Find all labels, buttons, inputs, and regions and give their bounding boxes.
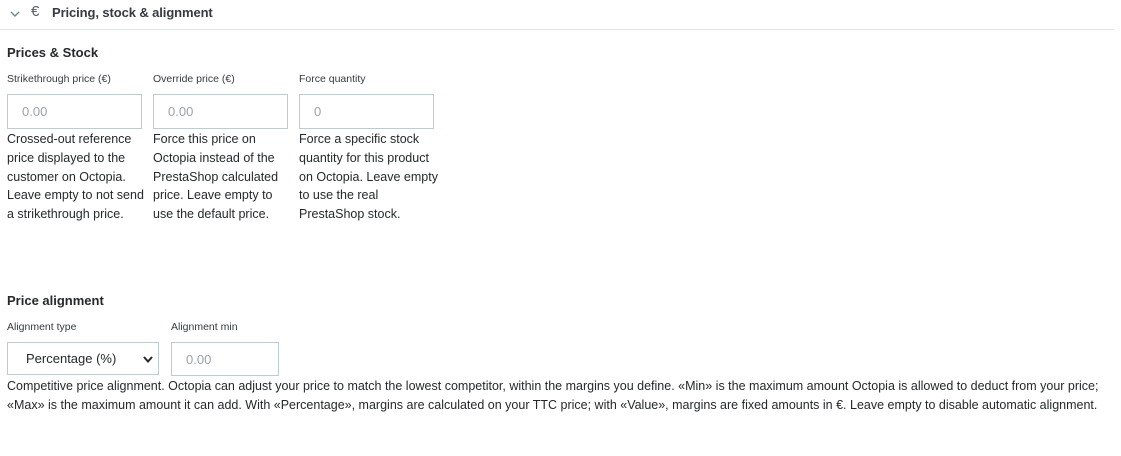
- alignment-type-value: Percentage (%): [26, 351, 117, 366]
- force-quantity-label: Force quantity: [299, 73, 366, 85]
- alignment-type-label: Alignment type: [7, 321, 77, 333]
- override-price-help: Force this price on Octopia instead of t…: [153, 132, 279, 222]
- chevron-down-icon[interactable]: [9, 8, 21, 20]
- alignment-min-label: Alignment min: [171, 321, 238, 333]
- chevron-down-icon: [143, 356, 153, 364]
- section-title: Pricing, stock & alignment: [52, 5, 213, 20]
- strikethrough-price-label: Strikethrough price (€): [7, 73, 111, 85]
- alignment-type-select[interactable]: Percentage (%): [7, 342, 159, 375]
- force-quantity-input[interactable]: [299, 94, 434, 129]
- price-alignment-help: Competitive price alignment. Octopia can…: [7, 379, 1099, 412]
- euro-icon: €: [31, 3, 40, 20]
- strikethrough-price-help: Crossed-out reference price displayed to…: [7, 132, 144, 222]
- prices-stock-heading: Prices & Stock: [7, 45, 99, 60]
- override-price-label: Override price (€): [153, 73, 235, 85]
- section-header[interactable]: € Pricing, stock & alignment: [0, 0, 1114, 30]
- price-alignment-heading: Price alignment: [7, 293, 104, 308]
- strikethrough-price-input[interactable]: [7, 94, 142, 129]
- alignment-min-input[interactable]: [171, 342, 279, 376]
- force-quantity-help: Force a specific stock quantity for this…: [299, 132, 438, 222]
- override-price-input[interactable]: [153, 94, 288, 129]
